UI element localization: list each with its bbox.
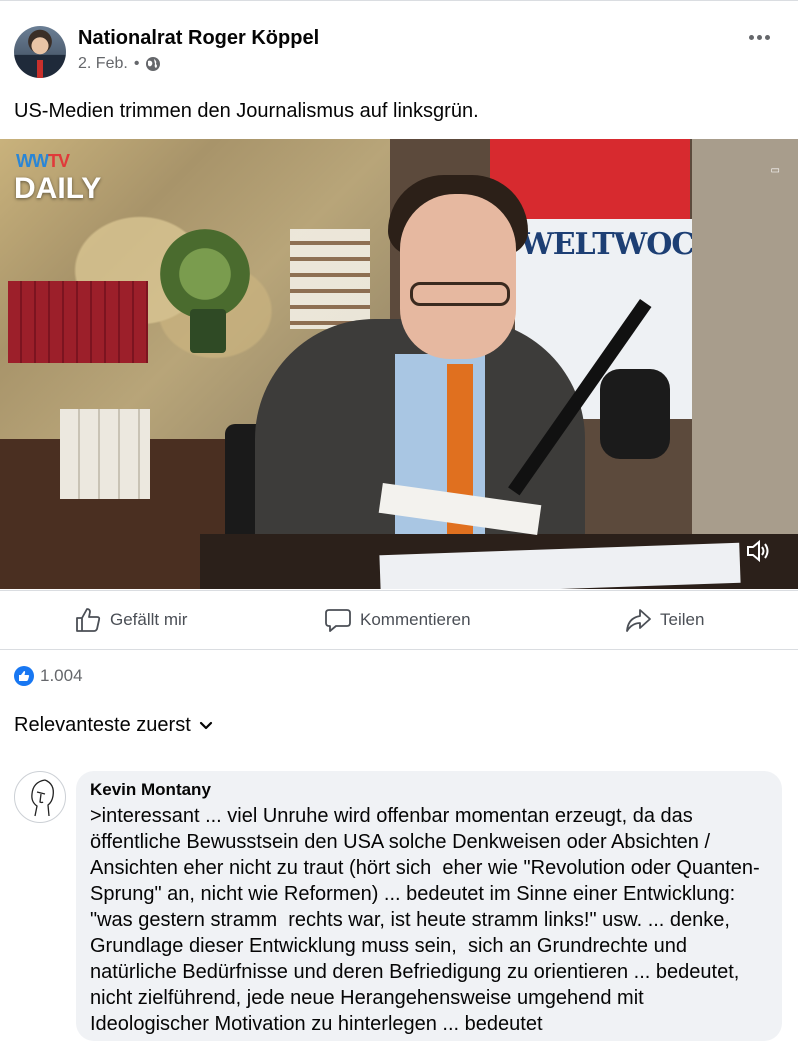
comment-author[interactable]: Kevin Montany	[90, 780, 768, 800]
red-books	[8, 281, 148, 363]
comment-sort-dropdown[interactable]: Relevanteste zuerst	[14, 714, 213, 737]
presenter-glasses	[410, 282, 510, 306]
chevron-down-icon	[199, 721, 212, 729]
share-button[interactable]: Teilen	[624, 591, 704, 649]
daily-logo: DAILY	[14, 172, 102, 205]
author-name[interactable]: Nationalrat Roger Köppel	[78, 27, 319, 50]
comment-icon	[325, 609, 351, 632]
wall-right	[692, 139, 798, 589]
white-binders	[60, 409, 150, 499]
presenter-head	[400, 194, 516, 359]
plant-pot	[190, 309, 226, 353]
post-header: Nationalrat Roger Köppel 2. Feb. •	[14, 26, 784, 80]
like-label: Gefällt mir	[110, 610, 188, 629]
commenter-avatar[interactable]	[14, 771, 66, 823]
reactions-summary[interactable]: 1.004	[14, 666, 83, 686]
thumbs-up-icon	[76, 608, 101, 632]
top-divider	[0, 0, 798, 1]
comment-bubble: Kevin Montany >interessant ... viel Unru…	[76, 771, 782, 1041]
meta-separator: •	[133, 55, 140, 72]
reaction-count: 1.004	[40, 666, 83, 685]
model-ship	[290, 229, 370, 329]
more-options-button[interactable]	[742, 26, 776, 48]
share-label: Teilen	[660, 610, 705, 629]
plant	[160, 229, 250, 319]
wwtv-logo: WWTV	[16, 151, 70, 171]
pip-icon[interactable]: ▭	[771, 165, 780, 176]
like-reaction-icon	[14, 666, 34, 686]
microphone	[600, 369, 670, 459]
post-meta: 2. Feb. •	[78, 55, 161, 73]
more-horizontal-icon	[748, 34, 754, 40]
like-button[interactable]: Gefällt mir	[74, 591, 187, 649]
post-text: US-Medien trimmen den Journalismus auf l…	[14, 100, 479, 122]
share-icon	[626, 609, 651, 632]
author-avatar[interactable]	[14, 26, 66, 78]
volume-icon[interactable]	[744, 537, 772, 565]
post-date[interactable]: 2. Feb.	[78, 55, 128, 73]
video-player[interactable]: WELTWOCHE WWTV DAILY ▭	[0, 139, 798, 589]
globe-icon	[146, 57, 161, 71]
comment-label: Kommentieren	[360, 610, 471, 629]
action-bar: Gefällt mir Kommentieren Teilen	[0, 590, 798, 650]
sort-label: Relevanteste zuerst	[14, 714, 191, 736]
comment-button[interactable]: Kommentieren	[324, 591, 471, 649]
comment-text: >interessant ... viel Unruhe wird offenb…	[90, 805, 766, 1035]
